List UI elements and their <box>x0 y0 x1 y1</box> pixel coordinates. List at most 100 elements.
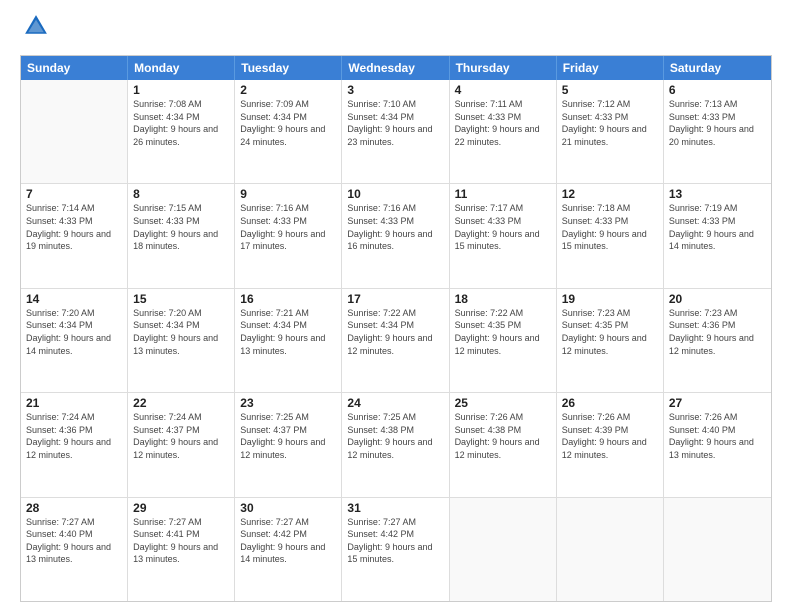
calendar-cell: 20Sunrise: 7:23 AMSunset: 4:36 PMDayligh… <box>664 289 771 392</box>
calendar-cell: 30Sunrise: 7:27 AMSunset: 4:42 PMDayligh… <box>235 498 342 601</box>
cell-info: Sunrise: 7:14 AMSunset: 4:33 PMDaylight:… <box>26 202 122 252</box>
cell-info: Sunrise: 7:22 AMSunset: 4:35 PMDaylight:… <box>455 307 551 357</box>
cell-info: Sunrise: 7:17 AMSunset: 4:33 PMDaylight:… <box>455 202 551 252</box>
calendar-cell: 23Sunrise: 7:25 AMSunset: 4:37 PMDayligh… <box>235 393 342 496</box>
calendar-cell: 7Sunrise: 7:14 AMSunset: 4:33 PMDaylight… <box>21 184 128 287</box>
cell-info: Sunrise: 7:15 AMSunset: 4:33 PMDaylight:… <box>133 202 229 252</box>
day-number: 6 <box>669 83 766 97</box>
cell-info: Sunrise: 7:25 AMSunset: 4:38 PMDaylight:… <box>347 411 443 461</box>
cell-info: Sunrise: 7:11 AMSunset: 4:33 PMDaylight:… <box>455 98 551 148</box>
calendar-cell: 29Sunrise: 7:27 AMSunset: 4:41 PMDayligh… <box>128 498 235 601</box>
day-number: 1 <box>133 83 229 97</box>
cell-info: Sunrise: 7:13 AMSunset: 4:33 PMDaylight:… <box>669 98 766 148</box>
day-number: 23 <box>240 396 336 410</box>
calendar-cell: 19Sunrise: 7:23 AMSunset: 4:35 PMDayligh… <box>557 289 664 392</box>
header-cell-monday: Monday <box>128 56 235 80</box>
calendar-cell: 5Sunrise: 7:12 AMSunset: 4:33 PMDaylight… <box>557 80 664 183</box>
day-number: 13 <box>669 187 766 201</box>
cell-info: Sunrise: 7:12 AMSunset: 4:33 PMDaylight:… <box>562 98 658 148</box>
cell-info: Sunrise: 7:20 AMSunset: 4:34 PMDaylight:… <box>133 307 229 357</box>
day-number: 21 <box>26 396 122 410</box>
day-number: 24 <box>347 396 443 410</box>
calendar-cell: 16Sunrise: 7:21 AMSunset: 4:34 PMDayligh… <box>235 289 342 392</box>
day-number: 5 <box>562 83 658 97</box>
day-number: 2 <box>240 83 336 97</box>
calendar-cell <box>450 498 557 601</box>
calendar-cell: 11Sunrise: 7:17 AMSunset: 4:33 PMDayligh… <box>450 184 557 287</box>
cell-info: Sunrise: 7:22 AMSunset: 4:34 PMDaylight:… <box>347 307 443 357</box>
calendar-cell: 28Sunrise: 7:27 AMSunset: 4:40 PMDayligh… <box>21 498 128 601</box>
day-number: 20 <box>669 292 766 306</box>
calendar-cell: 15Sunrise: 7:20 AMSunset: 4:34 PMDayligh… <box>128 289 235 392</box>
day-number: 28 <box>26 501 122 515</box>
calendar-cell: 12Sunrise: 7:18 AMSunset: 4:33 PMDayligh… <box>557 184 664 287</box>
cell-info: Sunrise: 7:16 AMSunset: 4:33 PMDaylight:… <box>347 202 443 252</box>
day-number: 10 <box>347 187 443 201</box>
day-number: 31 <box>347 501 443 515</box>
day-number: 11 <box>455 187 551 201</box>
header-cell-wednesday: Wednesday <box>342 56 449 80</box>
cell-info: Sunrise: 7:24 AMSunset: 4:36 PMDaylight:… <box>26 411 122 461</box>
day-number: 9 <box>240 187 336 201</box>
day-number: 18 <box>455 292 551 306</box>
logo <box>20 16 50 45</box>
calendar-row-0: 1Sunrise: 7:08 AMSunset: 4:34 PMDaylight… <box>21 80 771 183</box>
calendar-row-1: 7Sunrise: 7:14 AMSunset: 4:33 PMDaylight… <box>21 183 771 287</box>
day-number: 22 <box>133 396 229 410</box>
header-cell-saturday: Saturday <box>664 56 771 80</box>
day-number: 26 <box>562 396 658 410</box>
calendar-cell: 6Sunrise: 7:13 AMSunset: 4:33 PMDaylight… <box>664 80 771 183</box>
calendar-cell: 22Sunrise: 7:24 AMSunset: 4:37 PMDayligh… <box>128 393 235 496</box>
day-number: 7 <box>26 187 122 201</box>
cell-info: Sunrise: 7:09 AMSunset: 4:34 PMDaylight:… <box>240 98 336 148</box>
calendar-row-4: 28Sunrise: 7:27 AMSunset: 4:40 PMDayligh… <box>21 497 771 601</box>
calendar-cell <box>21 80 128 183</box>
cell-info: Sunrise: 7:18 AMSunset: 4:33 PMDaylight:… <box>562 202 658 252</box>
cell-info: Sunrise: 7:27 AMSunset: 4:41 PMDaylight:… <box>133 516 229 566</box>
cell-info: Sunrise: 7:27 AMSunset: 4:42 PMDaylight:… <box>240 516 336 566</box>
cell-info: Sunrise: 7:26 AMSunset: 4:38 PMDaylight:… <box>455 411 551 461</box>
day-number: 4 <box>455 83 551 97</box>
day-number: 27 <box>669 396 766 410</box>
header <box>20 16 772 45</box>
calendar-cell: 9Sunrise: 7:16 AMSunset: 4:33 PMDaylight… <box>235 184 342 287</box>
calendar-row-3: 21Sunrise: 7:24 AMSunset: 4:36 PMDayligh… <box>21 392 771 496</box>
day-number: 19 <box>562 292 658 306</box>
cell-info: Sunrise: 7:26 AMSunset: 4:40 PMDaylight:… <box>669 411 766 461</box>
calendar-cell <box>664 498 771 601</box>
calendar-cell: 25Sunrise: 7:26 AMSunset: 4:38 PMDayligh… <box>450 393 557 496</box>
calendar-cell: 17Sunrise: 7:22 AMSunset: 4:34 PMDayligh… <box>342 289 449 392</box>
cell-info: Sunrise: 7:16 AMSunset: 4:33 PMDaylight:… <box>240 202 336 252</box>
header-cell-sunday: Sunday <box>21 56 128 80</box>
calendar: SundayMondayTuesdayWednesdayThursdayFrid… <box>20 55 772 602</box>
cell-info: Sunrise: 7:25 AMSunset: 4:37 PMDaylight:… <box>240 411 336 461</box>
cell-info: Sunrise: 7:21 AMSunset: 4:34 PMDaylight:… <box>240 307 336 357</box>
day-number: 8 <box>133 187 229 201</box>
calendar-cell: 26Sunrise: 7:26 AMSunset: 4:39 PMDayligh… <box>557 393 664 496</box>
header-cell-tuesday: Tuesday <box>235 56 342 80</box>
calendar-cell: 27Sunrise: 7:26 AMSunset: 4:40 PMDayligh… <box>664 393 771 496</box>
calendar-cell: 3Sunrise: 7:10 AMSunset: 4:34 PMDaylight… <box>342 80 449 183</box>
cell-info: Sunrise: 7:20 AMSunset: 4:34 PMDaylight:… <box>26 307 122 357</box>
cell-info: Sunrise: 7:23 AMSunset: 4:36 PMDaylight:… <box>669 307 766 357</box>
cell-info: Sunrise: 7:24 AMSunset: 4:37 PMDaylight:… <box>133 411 229 461</box>
day-number: 14 <box>26 292 122 306</box>
header-cell-thursday: Thursday <box>450 56 557 80</box>
calendar-cell <box>557 498 664 601</box>
calendar-header: SundayMondayTuesdayWednesdayThursdayFrid… <box>21 56 771 80</box>
calendar-cell: 18Sunrise: 7:22 AMSunset: 4:35 PMDayligh… <box>450 289 557 392</box>
calendar-body: 1Sunrise: 7:08 AMSunset: 4:34 PMDaylight… <box>21 80 771 601</box>
day-number: 16 <box>240 292 336 306</box>
header-cell-friday: Friday <box>557 56 664 80</box>
cell-info: Sunrise: 7:10 AMSunset: 4:34 PMDaylight:… <box>347 98 443 148</box>
calendar-cell: 2Sunrise: 7:09 AMSunset: 4:34 PMDaylight… <box>235 80 342 183</box>
day-number: 25 <box>455 396 551 410</box>
day-number: 15 <box>133 292 229 306</box>
calendar-row-2: 14Sunrise: 7:20 AMSunset: 4:34 PMDayligh… <box>21 288 771 392</box>
calendar-cell: 4Sunrise: 7:11 AMSunset: 4:33 PMDaylight… <box>450 80 557 183</box>
calendar-cell: 10Sunrise: 7:16 AMSunset: 4:33 PMDayligh… <box>342 184 449 287</box>
cell-info: Sunrise: 7:23 AMSunset: 4:35 PMDaylight:… <box>562 307 658 357</box>
calendar-cell: 24Sunrise: 7:25 AMSunset: 4:38 PMDayligh… <box>342 393 449 496</box>
calendar-cell: 8Sunrise: 7:15 AMSunset: 4:33 PMDaylight… <box>128 184 235 287</box>
day-number: 29 <box>133 501 229 515</box>
